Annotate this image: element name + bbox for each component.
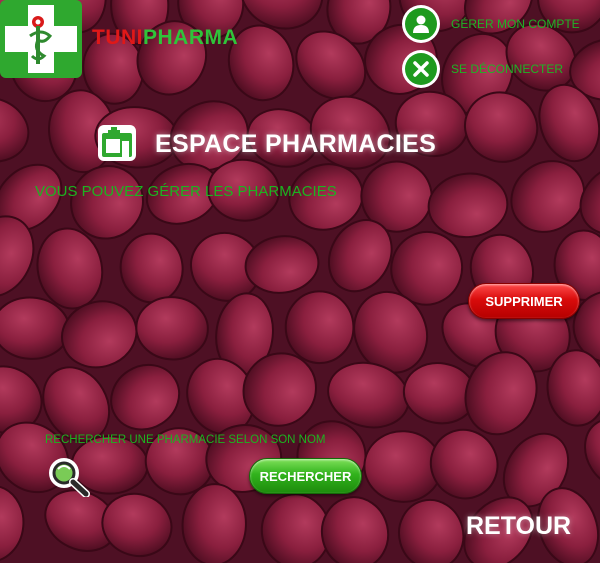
pharmacy-cross-logo [0, 0, 82, 78]
search-label: RECHERCHER UNE PHARMACIE SELON SON NOM [45, 434, 326, 446]
close-icon [402, 50, 440, 88]
logout-link[interactable]: SE DÉCONNECTER [402, 50, 563, 88]
search-button[interactable]: RECHERCHER [249, 458, 362, 494]
logout-label: SE DÉCONNECTER [451, 62, 564, 76]
manage-account-link[interactable]: GÉRER MON COMPTE [402, 5, 580, 43]
pharmacy-building-icon [98, 125, 136, 161]
brand-part-1: TUNI [92, 26, 143, 49]
back-link[interactable]: RETOUR [466, 512, 571, 541]
brand-title: TUNIPHARMA [92, 26, 238, 50]
page-subtitle: VOUS POUVEZ GÉRER LES PHARMACIES [35, 183, 337, 200]
magnifier-icon[interactable] [44, 455, 94, 497]
brand-part-2: PHARMA [143, 26, 239, 49]
delete-button[interactable]: SUPPRIMER [468, 283, 580, 319]
manage-account-label: GÉRER MON COMPTE [451, 17, 580, 31]
user-icon [402, 5, 440, 43]
page-title: ESPACE PHARMACIES [155, 130, 437, 158]
